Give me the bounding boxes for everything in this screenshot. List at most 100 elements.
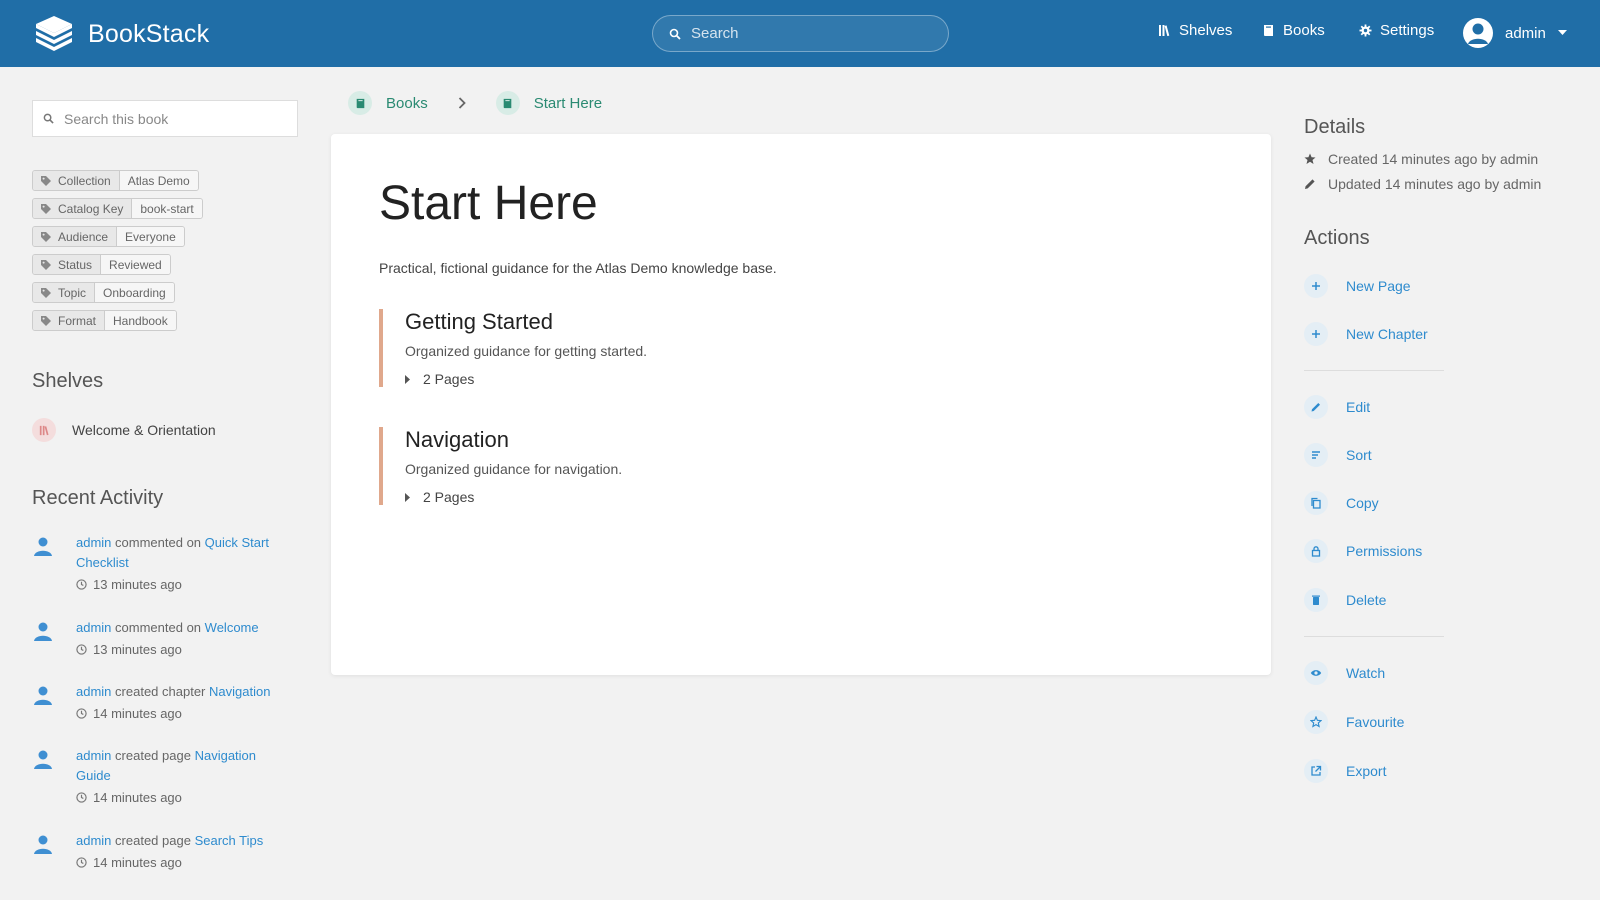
tag-icon bbox=[41, 287, 51, 298]
chapter-description: Organized guidance for navigation. bbox=[405, 461, 623, 477]
star-icon bbox=[1304, 153, 1316, 164]
search-icon bbox=[43, 113, 54, 124]
sort-button[interactable]: Sort bbox=[1304, 443, 1372, 467]
tag-value: Handbook bbox=[104, 311, 176, 330]
tag-item[interactable]: Topic Onboarding bbox=[32, 282, 203, 303]
tag-item[interactable]: Collection Atlas Demo bbox=[32, 170, 203, 191]
breadcrumb-books[interactable]: Books bbox=[348, 91, 428, 115]
chapter-pages-toggle[interactable]: 2 Pages bbox=[405, 489, 939, 505]
activity-target-link[interactable]: Search Tips bbox=[195, 833, 264, 848]
app-logo-link[interactable]: BookStack bbox=[32, 14, 209, 54]
activity-target-link[interactable]: Welcome bbox=[205, 620, 259, 635]
lock-icon bbox=[1304, 539, 1328, 563]
delete-button[interactable]: Delete bbox=[1304, 588, 1386, 612]
external-link-icon bbox=[1304, 759, 1328, 783]
activity-action: created page bbox=[115, 833, 191, 848]
tag-item[interactable]: Audience Everyone bbox=[32, 226, 203, 247]
activity-time: 13 minutes ago bbox=[93, 577, 182, 592]
chapter-pages-count: 2 Pages bbox=[423, 371, 475, 387]
book-search[interactable] bbox=[32, 100, 298, 137]
export-button[interactable]: Export bbox=[1304, 759, 1386, 783]
tag-icon bbox=[41, 203, 51, 214]
new-page-button[interactable]: New Page bbox=[1304, 274, 1411, 298]
app-name: BookStack bbox=[88, 19, 210, 48]
search-icon bbox=[669, 28, 681, 40]
activity-item: admin created page Navigation Guide 14 m… bbox=[32, 746, 292, 805]
nav-settings[interactable]: Settings bbox=[1359, 22, 1434, 39]
activity-user-link[interactable]: admin bbox=[76, 535, 111, 550]
tag-value: Everyone bbox=[116, 227, 184, 246]
user-avatar-icon bbox=[1468, 23, 1488, 44]
favourite-label: Favourite bbox=[1346, 714, 1405, 730]
edit-label: Edit bbox=[1346, 399, 1371, 415]
delete-label: Delete bbox=[1346, 592, 1387, 608]
tag-item[interactable]: Catalog Key book-start bbox=[32, 198, 203, 219]
permissions-button[interactable]: Permissions bbox=[1304, 539, 1422, 563]
activity-action: created page bbox=[115, 748, 191, 763]
chevron-right-icon bbox=[458, 97, 466, 109]
activity-user-link[interactable]: admin bbox=[76, 748, 111, 763]
clock-icon bbox=[76, 792, 87, 803]
tag-name: Collection bbox=[58, 173, 111, 188]
tag-value: book-start bbox=[131, 199, 202, 218]
activity-target-link[interactable]: Navigation bbox=[209, 684, 270, 699]
activity-time: 14 minutes ago bbox=[93, 790, 182, 805]
plus-icon bbox=[1304, 274, 1328, 298]
edit-button[interactable]: Edit bbox=[1304, 395, 1370, 419]
activity-user-link[interactable]: admin bbox=[76, 620, 111, 635]
activity-user-link[interactable]: admin bbox=[76, 684, 111, 699]
watch-label: Watch bbox=[1346, 665, 1386, 681]
clock-icon bbox=[76, 857, 87, 868]
activity-action: commented on bbox=[115, 535, 202, 550]
copy-button[interactable]: Copy bbox=[1304, 491, 1379, 515]
chapter-item[interactable]: Navigation Organized guidance for naviga… bbox=[379, 427, 939, 505]
book-search-input[interactable] bbox=[64, 110, 284, 127]
clock-icon bbox=[76, 708, 87, 719]
nav-shelves[interactable]: Shelves bbox=[1158, 22, 1232, 39]
plus-icon bbox=[1304, 322, 1328, 346]
book-description: Practical, fictional guidance for the At… bbox=[379, 260, 777, 276]
sort-icon bbox=[1304, 443, 1328, 467]
activity-item: admin created page Search Tips 14 minute… bbox=[32, 831, 292, 870]
favourite-button[interactable]: Favourite bbox=[1304, 710, 1404, 734]
tag-item[interactable]: Format Handbook bbox=[32, 310, 203, 331]
tag-name: Format bbox=[58, 313, 97, 328]
book-content-card: Start Here Practical, fictional guidance… bbox=[331, 134, 1271, 675]
book-icon bbox=[1264, 25, 1273, 36]
clock-icon bbox=[76, 644, 87, 655]
user-menu[interactable]: admin bbox=[1463, 18, 1567, 48]
eye-icon bbox=[1304, 661, 1328, 685]
chapter-item[interactable]: Getting Started Organized guidance for g… bbox=[379, 309, 939, 387]
tag-value: Atlas Demo bbox=[118, 171, 198, 190]
shelves-icon bbox=[1159, 25, 1170, 37]
user-icon bbox=[32, 682, 62, 721]
chapter-pages-count: 2 Pages bbox=[423, 489, 475, 505]
user-name: admin bbox=[1505, 24, 1546, 42]
tag-name: Audience bbox=[58, 229, 109, 244]
shelf-icon bbox=[32, 418, 56, 442]
activity-user-link[interactable]: admin bbox=[76, 833, 111, 848]
watch-button[interactable]: Watch bbox=[1304, 661, 1385, 685]
clock-icon bbox=[76, 579, 87, 590]
tag-icon bbox=[41, 231, 51, 242]
pencil-icon bbox=[1304, 395, 1328, 419]
activity-item: admin created chapter Navigation 14 minu… bbox=[32, 682, 292, 721]
actions-divider bbox=[1304, 370, 1444, 371]
global-search-input[interactable] bbox=[691, 25, 921, 42]
tag-name: Topic bbox=[58, 285, 87, 300]
permissions-label: Permissions bbox=[1346, 543, 1423, 559]
book-icon bbox=[495, 91, 520, 115]
user-icon bbox=[32, 618, 62, 657]
user-icon bbox=[32, 746, 62, 805]
tag-item[interactable]: Status Reviewed bbox=[32, 254, 203, 275]
shelf-item[interactable]: Welcome & Orientation bbox=[32, 418, 216, 442]
activity-time: 13 minutes ago bbox=[93, 642, 182, 657]
nav-books[interactable]: Books bbox=[1262, 22, 1325, 39]
page-title: Start Here bbox=[379, 177, 598, 230]
breadcrumb-current[interactable]: Start Here bbox=[495, 91, 602, 115]
tag-icon bbox=[41, 315, 51, 326]
tag-value: Reviewed bbox=[100, 255, 170, 274]
new-chapter-button[interactable]: New Chapter bbox=[1304, 322, 1428, 346]
global-search[interactable] bbox=[652, 15, 949, 52]
chapter-pages-toggle[interactable]: 2 Pages bbox=[405, 371, 939, 387]
